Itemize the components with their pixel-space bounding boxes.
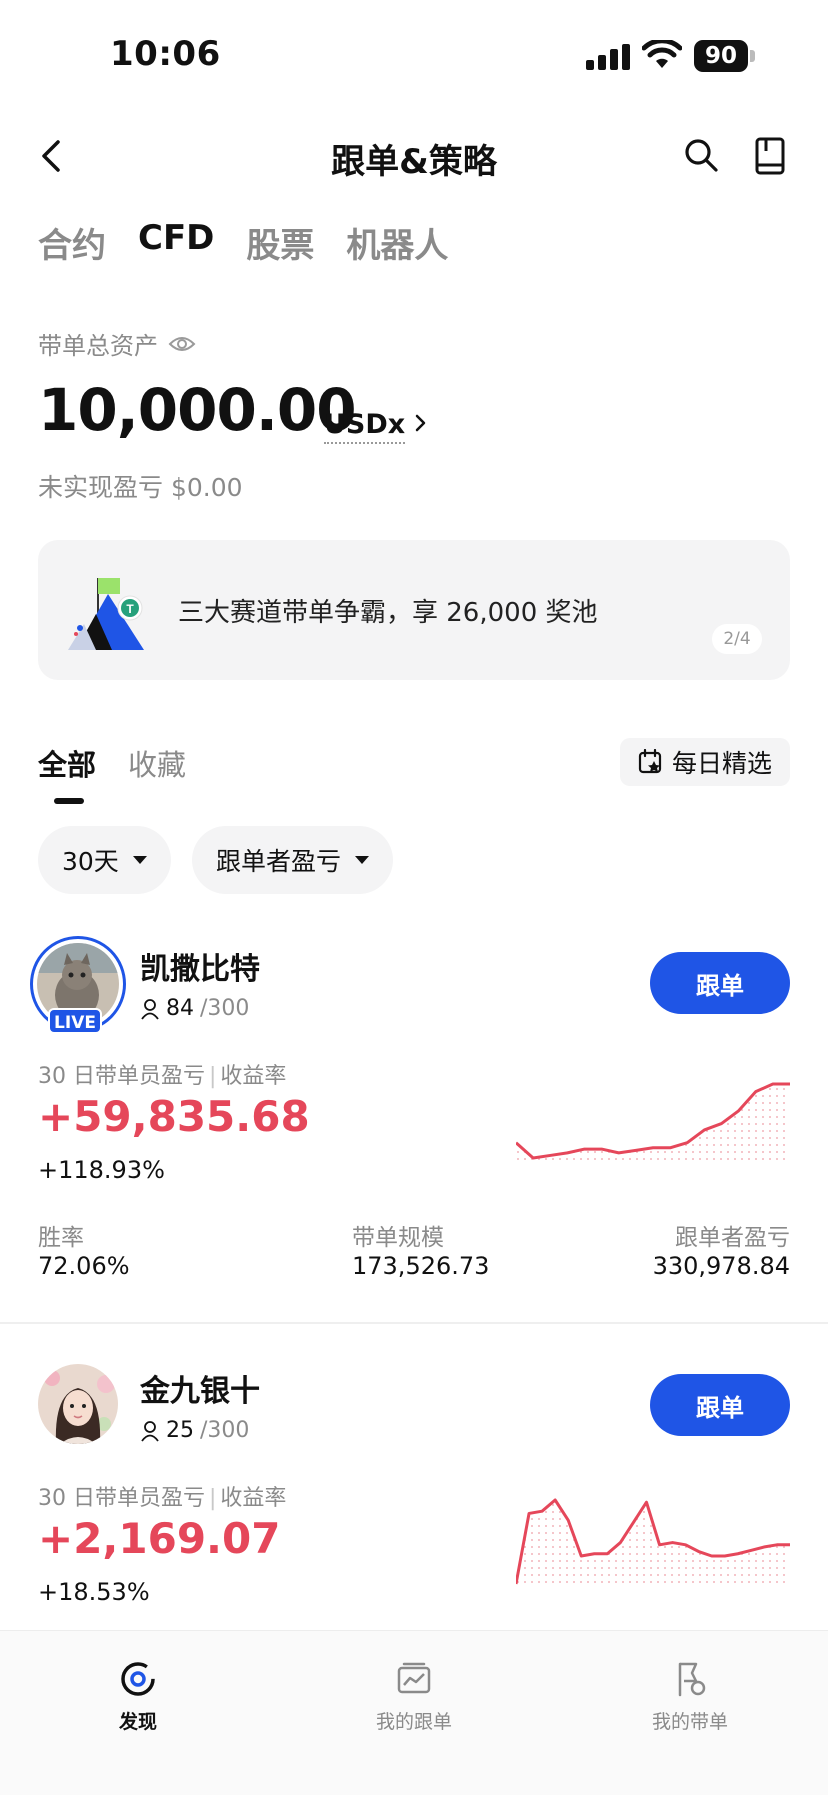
bottom-navigation: 发现 我的跟单 我的带单 bbox=[0, 1630, 828, 1795]
follower-count: 25/300 bbox=[140, 1418, 249, 1443]
bottom-nav-discover[interactable]: 发现 bbox=[38, 1659, 238, 1734]
trader-pnl: +59,835.68 bbox=[38, 1092, 310, 1141]
follow-button[interactable]: 跟单 bbox=[650, 1374, 790, 1436]
trader-pnl: +2,169.07 bbox=[38, 1514, 281, 1563]
tab-all[interactable]: 全部 bbox=[38, 742, 96, 784]
status-time: 10:06 bbox=[110, 34, 221, 74]
trader-name[interactable]: 凯撒比特 bbox=[140, 944, 260, 988]
discover-icon bbox=[121, 1662, 155, 1696]
sparkline-area bbox=[516, 1084, 790, 1162]
user-icon bbox=[141, 998, 159, 1020]
wifi-icon bbox=[642, 40, 682, 68]
guide-book-icon[interactable] bbox=[754, 137, 786, 175]
follower-max: /300 bbox=[200, 996, 250, 1021]
stat-label-aum: 带单规模 bbox=[352, 1225, 444, 1251]
banner-text: 三大赛道带单争霸，享 26,000 奖池 bbox=[178, 598, 598, 628]
pnl-sparkline bbox=[516, 1082, 790, 1162]
live-badge: LIVE bbox=[48, 1008, 102, 1034]
chevron-right-icon[interactable] bbox=[412, 410, 430, 436]
metric-label-pnl: 30 日带单员盈亏 bbox=[38, 1064, 205, 1089]
sparkline-area bbox=[516, 1500, 790, 1588]
sort-filter-label: 跟单者盈亏 bbox=[216, 847, 342, 876]
daily-pick-button[interactable]: 每日精选 bbox=[620, 738, 790, 786]
stat-value-follower-pnl: 330,978.84 bbox=[652, 1252, 790, 1280]
promo-banner[interactable]: T 三大赛道带单争霸，享 26,000 奖池 2/4 bbox=[38, 540, 790, 680]
bottom-nav-label: 我的跟单 bbox=[375, 1711, 452, 1733]
list-tabs: 全部 收藏 bbox=[38, 742, 186, 784]
svg-text:T: T bbox=[126, 602, 134, 616]
trader-roi: +18.53% bbox=[38, 1578, 150, 1606]
tab-favorites[interactable]: 收藏 bbox=[128, 742, 186, 784]
follower-current: 25 bbox=[166, 1418, 194, 1443]
unrealized-pnl: 未实现盈亏 $0.00 bbox=[38, 473, 243, 502]
period-filter[interactable]: 30天 bbox=[38, 826, 171, 894]
follower-current: 84 bbox=[166, 996, 194, 1021]
bottom-nav-label: 我的带单 bbox=[651, 1711, 728, 1733]
assets-label: 带单总资产 bbox=[38, 332, 158, 360]
tab-stocks[interactable]: 股票 bbox=[246, 218, 314, 267]
metric-label-pnl: 30 日带单员盈亏 bbox=[38, 1486, 205, 1511]
tab-bots[interactable]: 机器人 bbox=[346, 218, 448, 267]
cellular-signal-icon bbox=[586, 44, 630, 70]
follower-count: 84/300 bbox=[140, 996, 249, 1021]
caret-down-icon bbox=[132, 856, 147, 864]
tab-cfd[interactable]: CFD bbox=[138, 218, 214, 267]
avatar-image bbox=[38, 1364, 118, 1444]
product-tabs: 合约 CFD 股票 机器人 bbox=[38, 218, 448, 267]
battery-indicator: 90 bbox=[694, 40, 756, 72]
metric-label-roi: 收益率 bbox=[220, 1064, 287, 1089]
search-icon[interactable] bbox=[683, 137, 719, 173]
banner-page-indicator: 2/4 bbox=[712, 624, 762, 654]
stat-label-follower-pnl: 跟单者盈亏 bbox=[675, 1225, 790, 1251]
metric-label: 30 日带单员盈亏 | 收益率 bbox=[38, 1486, 287, 1511]
mountain-trophy-icon: T bbox=[68, 578, 144, 650]
caret-down-icon bbox=[355, 856, 370, 864]
pnl-sparkline bbox=[516, 1498, 790, 1588]
assets-unit[interactable]: USDx bbox=[324, 409, 406, 444]
avatar[interactable] bbox=[38, 1364, 118, 1444]
metric-label-roi: 收益率 bbox=[220, 1486, 287, 1511]
assets-value: 10,000.00 bbox=[38, 376, 357, 444]
sort-filter[interactable]: 跟单者盈亏 bbox=[192, 826, 394, 894]
calendar-star-icon bbox=[638, 749, 662, 774]
chart-card-icon bbox=[397, 1662, 431, 1694]
active-tab-indicator bbox=[54, 798, 84, 804]
user-icon bbox=[141, 1420, 159, 1442]
battery-level: 90 bbox=[694, 40, 748, 72]
trader-roi: +118.93% bbox=[38, 1156, 165, 1184]
period-filter-label: 30天 bbox=[62, 847, 119, 876]
eye-icon[interactable] bbox=[168, 334, 196, 354]
daily-pick-label: 每日精选 bbox=[671, 749, 772, 778]
bottom-nav-my-copy[interactable]: 我的跟单 bbox=[314, 1659, 514, 1734]
stat-label-winrate: 胜率 bbox=[38, 1225, 84, 1251]
metric-label: 30 日带单员盈亏 | 收益率 bbox=[38, 1064, 287, 1089]
trader-name[interactable]: 金九银十 bbox=[140, 1366, 260, 1410]
stat-value-winrate: 72.06% bbox=[38, 1252, 130, 1280]
follower-max: /300 bbox=[200, 1418, 250, 1443]
card-divider bbox=[0, 1322, 828, 1324]
bottom-nav-my-lead[interactable]: 我的带单 bbox=[590, 1659, 790, 1734]
follow-button[interactable]: 跟单 bbox=[650, 952, 790, 1014]
flag-badge-icon bbox=[678, 1662, 706, 1697]
tab-contract[interactable]: 合约 bbox=[38, 218, 106, 267]
assets-header: 带单总资产 bbox=[38, 326, 196, 361]
stat-value-aum: 173,526.73 bbox=[352, 1252, 490, 1280]
bottom-nav-label: 发现 bbox=[118, 1711, 157, 1733]
